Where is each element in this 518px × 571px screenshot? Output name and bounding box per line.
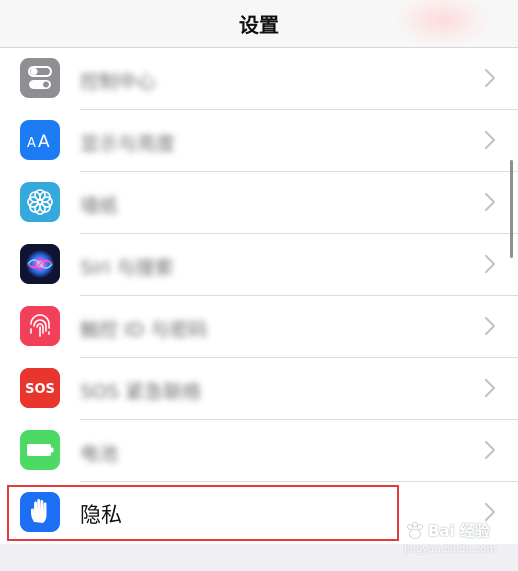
paw-logo-icon	[407, 521, 423, 539]
row-label: 控制中心	[80, 71, 157, 93]
watermark: Bai 经验 jingyan.baidu.com	[404, 518, 500, 560]
chevron-right-icon	[484, 254, 496, 274]
chevron-right-icon	[484, 130, 496, 150]
settings-list: 控制中心 A A 显示与亮度 墙纸 Siri 与搜索 触控 ID 与密码 SOS…	[0, 48, 518, 544]
chevron-right-icon	[484, 68, 496, 88]
row-label: 触控 ID 与密码	[80, 319, 208, 341]
page-title: 设置	[239, 13, 279, 37]
sos-icon-text: SOS	[25, 382, 55, 397]
row-label: 墙纸	[80, 195, 119, 217]
settings-row-touch-id-passcode[interactable]: 触控 ID 与密码	[0, 296, 518, 358]
settings-row-display-brightness[interactable]: A A 显示与亮度	[0, 110, 518, 172]
row-label: 显示与亮度	[80, 133, 176, 155]
watermark-text: Bai 经验	[428, 522, 490, 540]
scrollbar[interactable]	[510, 160, 513, 258]
toggles-icon	[20, 58, 60, 98]
chevron-right-icon	[484, 316, 496, 336]
row-label: 电池	[80, 443, 119, 465]
settings-row-control-center[interactable]: 控制中心	[0, 48, 518, 110]
settings-row-wallpaper[interactable]: 墙纸	[0, 172, 518, 234]
settings-row-emergency-sos[interactable]: SOS SOS 紧急联络	[0, 358, 518, 420]
text-size-icon: A A	[20, 120, 60, 160]
fingerprint-icon	[20, 306, 60, 346]
watermark-subtext: jingyan.baidu.com	[404, 544, 497, 555]
battery-icon	[20, 430, 60, 470]
svg-text:A: A	[27, 136, 36, 151]
navigation-bar: 设置	[0, 0, 518, 48]
svg-text:A: A	[38, 132, 50, 152]
settings-row-siri-search[interactable]: Siri 与搜索	[0, 234, 518, 296]
chevron-right-icon	[484, 378, 496, 398]
siri-icon	[20, 244, 60, 284]
row-label: SOS 紧急联络	[80, 381, 202, 403]
row-label: Siri 与搜索	[80, 257, 174, 279]
chevron-right-icon	[484, 192, 496, 212]
flower-icon	[20, 182, 60, 222]
chevron-right-icon	[484, 440, 496, 460]
settings-row-battery[interactable]: 电池	[0, 420, 518, 482]
privacy-highlight-box	[7, 485, 399, 541]
sos-icon: SOS	[20, 368, 60, 408]
